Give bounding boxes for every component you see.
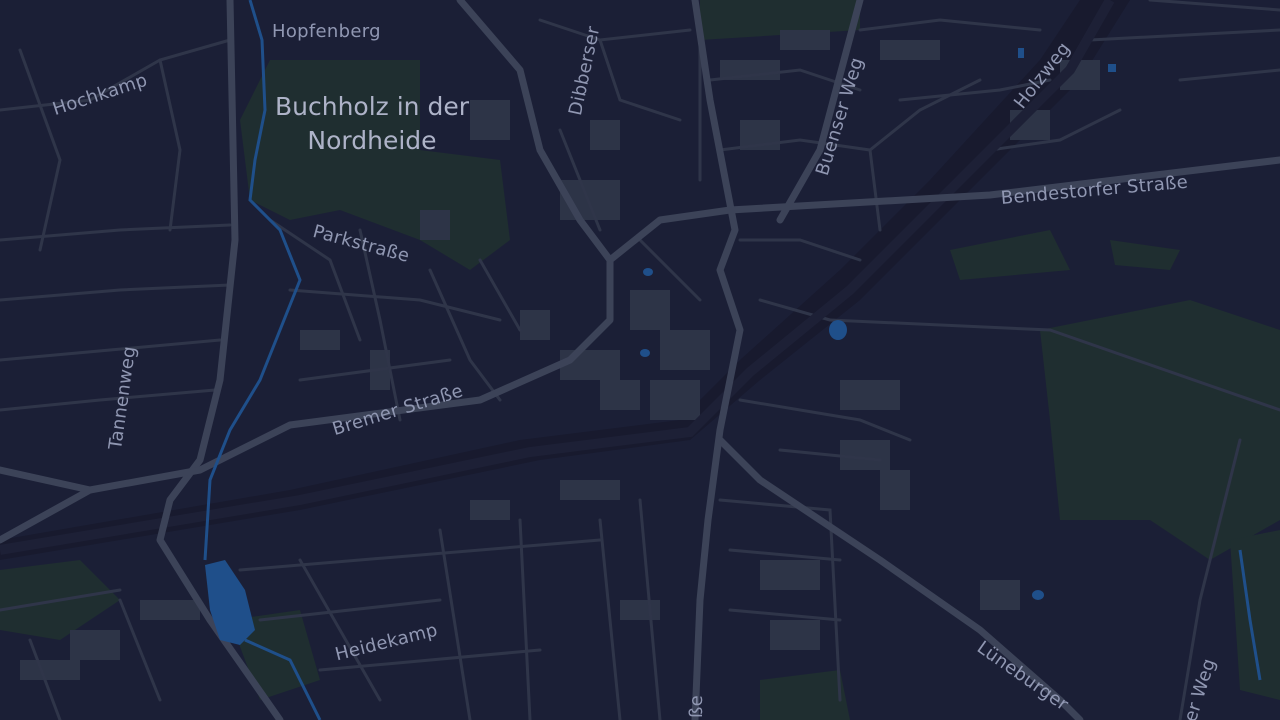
map-view[interactable]: Buchholz in der Nordheide Hopfenberg Hoc… xyxy=(0,0,1280,720)
label-hopfenberg: Hopfenberg xyxy=(272,21,381,42)
building-blocks xyxy=(20,30,1100,680)
city-label: Buchholz in der Nordheide xyxy=(262,90,482,158)
label-strasse-south: ße xyxy=(686,694,707,718)
map-canvas xyxy=(0,0,1280,720)
city-label-line1: Buchholz in der xyxy=(274,92,469,121)
city-label-line2: Nordheide xyxy=(307,126,437,155)
